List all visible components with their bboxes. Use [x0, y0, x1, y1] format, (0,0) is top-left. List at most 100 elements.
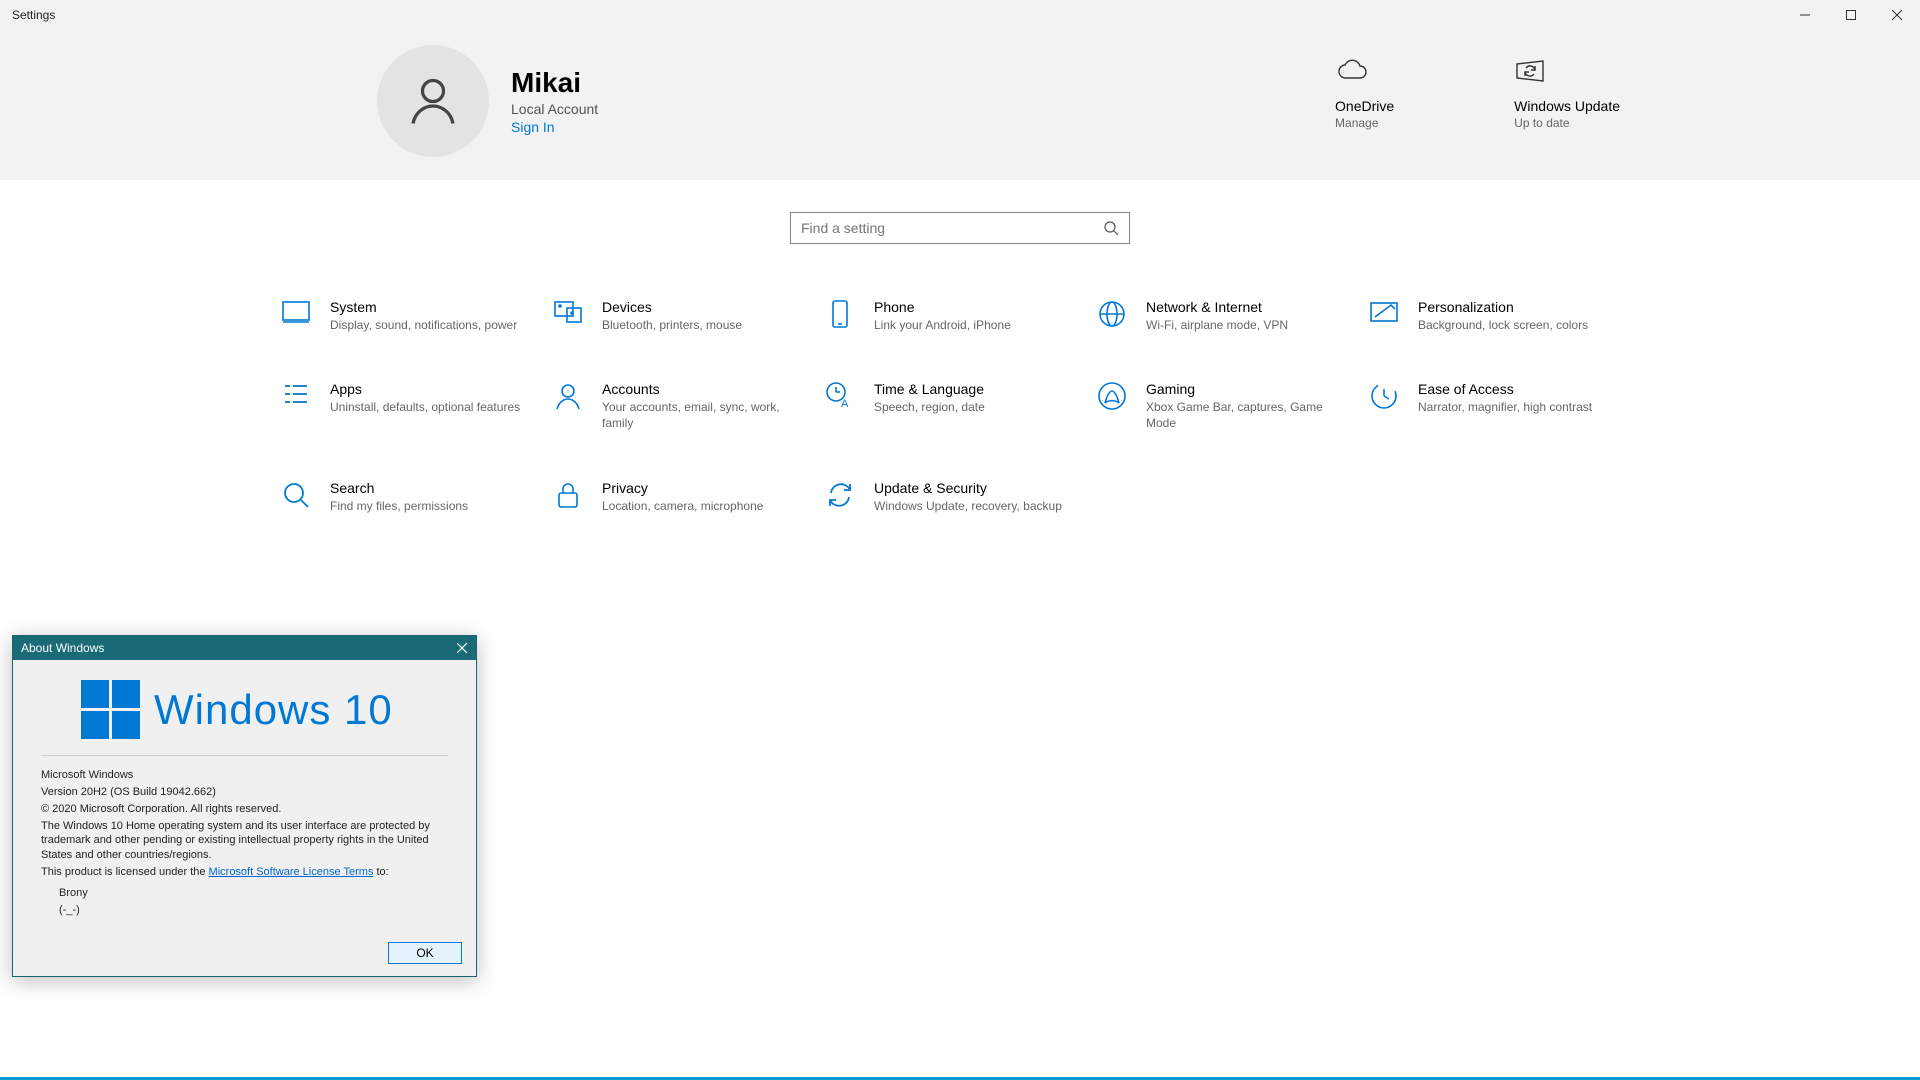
update-icon [1514, 50, 1546, 92]
windows-brand-text: Windows 10 [154, 686, 393, 734]
about-copyright: © 2020 Microsoft Corporation. All rights… [41, 802, 448, 817]
account-type: Local Account [511, 101, 598, 117]
windows-update-tile[interactable]: Windows Update Up to date [1514, 50, 1620, 130]
category-text: Phone Link your Android, iPhone [874, 299, 1011, 333]
category-desc: Location, camera, microphone [602, 498, 763, 514]
category-title: Accounts [602, 381, 802, 397]
category-title: Search [330, 480, 468, 496]
windows-logo-icon [81, 680, 140, 739]
update-title: Windows Update [1514, 98, 1620, 114]
about-footer: OK [13, 932, 476, 976]
gaming-icon [1096, 381, 1128, 413]
category-text: Personalization Background, lock screen, … [1418, 299, 1588, 333]
update-sub: Up to date [1514, 116, 1569, 130]
category-network[interactable]: Network & Internet Wi-Fi, airplane mode, … [1096, 299, 1368, 333]
search-icon [1103, 220, 1119, 236]
about-version: Version 20H2 (OS Build 19042.662) [41, 785, 448, 800]
about-windows-dialog: About Windows Windows 10 Microsoft Windo… [12, 635, 477, 977]
devices-icon [552, 299, 584, 331]
divider [41, 755, 448, 756]
about-license-pre: This product is licensed under the [41, 866, 209, 878]
about-product: Microsoft Windows [41, 768, 448, 783]
sign-in-link[interactable]: Sign In [511, 119, 598, 135]
category-desc: Speech, region, date [874, 399, 985, 415]
onedrive-sub: Manage [1335, 116, 1378, 130]
about-close-button[interactable] [448, 636, 476, 660]
category-desc: Your accounts, email, sync, work, family [602, 399, 802, 431]
close-button[interactable] [1874, 0, 1920, 30]
search-wrap [0, 212, 1920, 244]
accounts-icon [552, 381, 584, 413]
category-title: Privacy [602, 480, 763, 496]
category-text: Ease of AccessNarrator, magnifier, high … [1418, 381, 1592, 431]
about-body: Windows 10 Microsoft Windows Version 20H… [13, 660, 476, 932]
category-text: Time & Language Speech, region, date [874, 381, 985, 431]
updatesec-icon [824, 480, 856, 512]
category-title: Devices [602, 299, 742, 315]
category-desc: Windows Update, recovery, backup [874, 498, 1062, 514]
category-desc: Find my files, permissions [330, 498, 468, 514]
account-name: Mikai [511, 67, 598, 99]
category-desc: Display, sound, notifications, power [330, 317, 517, 333]
avatar[interactable] [377, 45, 489, 157]
search-box[interactable] [790, 212, 1130, 244]
category-title: Phone [874, 299, 1011, 315]
category-personalization[interactable]: Personalization Background, lock screen, … [1368, 299, 1640, 333]
time-icon: A [824, 381, 856, 413]
about-license-post: to: [373, 866, 388, 878]
onedrive-tile[interactable]: OneDrive Manage [1335, 50, 1394, 130]
network-icon [1096, 299, 1128, 331]
category-ease[interactable]: Ease of AccessNarrator, magnifier, high … [1368, 381, 1640, 431]
category-time[interactable]: A Time & Language Speech, region, date [824, 381, 1096, 431]
about-titlebar: About Windows [13, 636, 476, 660]
category-apps[interactable]: Apps Uninstall, defaults, optional featur… [280, 381, 552, 431]
about-ok-button[interactable]: OK [388, 942, 462, 964]
category-accounts[interactable]: Accounts Your accounts, email, sync, work… [552, 381, 824, 431]
titlebar: Settings [0, 0, 1920, 30]
category-desc: Link your Android, iPhone [874, 317, 1011, 333]
phone-icon [824, 299, 856, 331]
window-title: Settings [12, 8, 55, 22]
category-system[interactable]: System Display, sound, notifications, pow… [280, 299, 552, 333]
category-gaming[interactable]: GamingXbox Game Bar, captures, Game Mode [1096, 381, 1368, 431]
category-privacy[interactable]: Privacy Location, camera, microphone [552, 480, 824, 514]
search-input[interactable] [801, 220, 1103, 236]
maximize-button[interactable] [1828, 0, 1874, 30]
category-text: Accounts Your accounts, email, sync, work… [602, 381, 802, 431]
account-block: Mikai Local Account Sign In [377, 45, 598, 157]
category-title: Ease of Access [1418, 381, 1592, 397]
category-title: System [330, 299, 517, 315]
ease-icon [1368, 381, 1400, 413]
category-desc: Bluetooth, printers, mouse [602, 317, 742, 333]
category-updatesec[interactable]: Update & Security Windows Update, recover… [824, 480, 1096, 514]
category-title: Apps [330, 381, 520, 397]
category-desc: Uninstall, defaults, optional features [330, 399, 520, 415]
category-title: Time & Language [874, 381, 985, 397]
search-icon [280, 480, 312, 512]
personalization-icon [1368, 299, 1400, 331]
category-title: Personalization [1418, 299, 1588, 315]
account-text: Mikai Local Account Sign In [511, 67, 598, 135]
category-search[interactable]: Search Find my files, permissions [280, 480, 552, 514]
minimize-button[interactable] [1782, 0, 1828, 30]
category-text: Privacy Location, camera, microphone [602, 480, 763, 514]
cloud-icon [1335, 50, 1369, 92]
category-title: Gaming [1146, 381, 1346, 397]
header-tiles: OneDrive Manage Windows Update Up to dat… [1335, 50, 1620, 130]
category-text: GamingXbox Game Bar, captures, Game Mode [1146, 381, 1346, 431]
about-licensee: Brony [59, 886, 448, 901]
category-desc: Background, lock screen, colors [1418, 317, 1588, 333]
system-icon [280, 299, 312, 331]
category-phone[interactable]: Phone Link your Android, iPhone [824, 299, 1096, 333]
category-desc: Wi-Fi, airplane mode, VPN [1146, 317, 1288, 333]
about-title-text: About Windows [21, 641, 104, 655]
license-terms-link[interactable]: Microsoft Software License Terms [209, 866, 374, 878]
apps-icon [280, 381, 312, 413]
category-text: System Display, sound, notifications, pow… [330, 299, 517, 333]
about-legal: The Windows 10 Home operating system and… [41, 819, 448, 864]
about-licensee-2: (-_-) [59, 903, 448, 918]
window-controls [1782, 0, 1920, 30]
category-title: Update & Security [874, 480, 1062, 496]
category-title: Network & Internet [1146, 299, 1288, 315]
category-devices[interactable]: Devices Bluetooth, printers, mouse [552, 299, 824, 333]
